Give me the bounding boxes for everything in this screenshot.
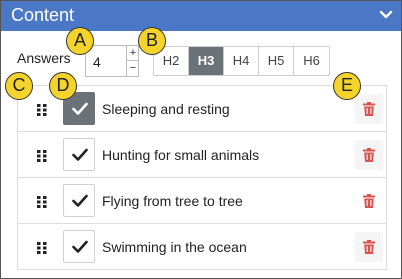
- callout-e: E: [333, 72, 361, 100]
- drag-handle-icon[interactable]: [37, 241, 47, 254]
- answers-label: Answers: [17, 50, 71, 66]
- heading-h3-button[interactable]: H3: [189, 47, 224, 75]
- delete-answer-button[interactable]: [355, 94, 383, 124]
- callout-a: A: [66, 27, 94, 55]
- answer-row: Swimming in the ocean: [18, 224, 386, 269]
- answers-count-input[interactable]: [86, 46, 126, 76]
- check-icon: [72, 240, 88, 253]
- drag-handle-icon[interactable]: [37, 149, 47, 162]
- answer-text[interactable]: Flying from tree to tree: [102, 192, 243, 210]
- answer-row: Flying from tree to tree: [18, 178, 386, 224]
- trash-icon: [363, 148, 375, 162]
- panel-title: Content: [11, 5, 75, 25]
- check-icon: [72, 148, 88, 161]
- delete-answer-button[interactable]: [355, 232, 383, 262]
- callout-c: C: [5, 72, 33, 100]
- answer-row: Hunting for small animals: [18, 132, 386, 178]
- drag-handle-icon[interactable]: [37, 103, 47, 116]
- check-icon: [72, 102, 88, 115]
- callout-d: D: [49, 72, 77, 100]
- heading-h6-button[interactable]: H6: [294, 47, 329, 75]
- decrement-button[interactable]: −: [126, 61, 139, 76]
- check-icon: [72, 194, 88, 207]
- panel-header[interactable]: Content: [1, 1, 401, 31]
- drag-handle-icon[interactable]: [37, 195, 47, 208]
- delete-answer-button[interactable]: [355, 186, 383, 216]
- correct-answer-toggle[interactable]: [63, 230, 95, 263]
- content-panel: Content Answers + − H2 H3 H4 H5 H6 Sleep…: [0, 0, 402, 279]
- answer-text[interactable]: Swimming in the ocean: [102, 238, 247, 256]
- trash-icon: [363, 102, 375, 116]
- answer-text[interactable]: Sleeping and resting: [102, 100, 230, 118]
- correct-answer-toggle[interactable]: [63, 184, 95, 217]
- answer-list: Sleeping and resting Hunting for small a…: [17, 85, 387, 270]
- heading-h5-button[interactable]: H5: [259, 47, 294, 75]
- trash-icon: [363, 240, 375, 254]
- trash-icon: [363, 194, 375, 208]
- heading-level-group: H2 H3 H4 H5 H6: [153, 46, 330, 76]
- chevron-down-icon[interactable]: [379, 8, 393, 22]
- delete-answer-button[interactable]: [355, 140, 383, 170]
- answers-stepper: + −: [85, 45, 139, 77]
- increment-button[interactable]: +: [126, 46, 139, 61]
- heading-h4-button[interactable]: H4: [224, 47, 259, 75]
- correct-answer-toggle[interactable]: [63, 138, 95, 171]
- answer-text[interactable]: Hunting for small animals: [102, 146, 259, 164]
- callout-b: B: [138, 27, 166, 55]
